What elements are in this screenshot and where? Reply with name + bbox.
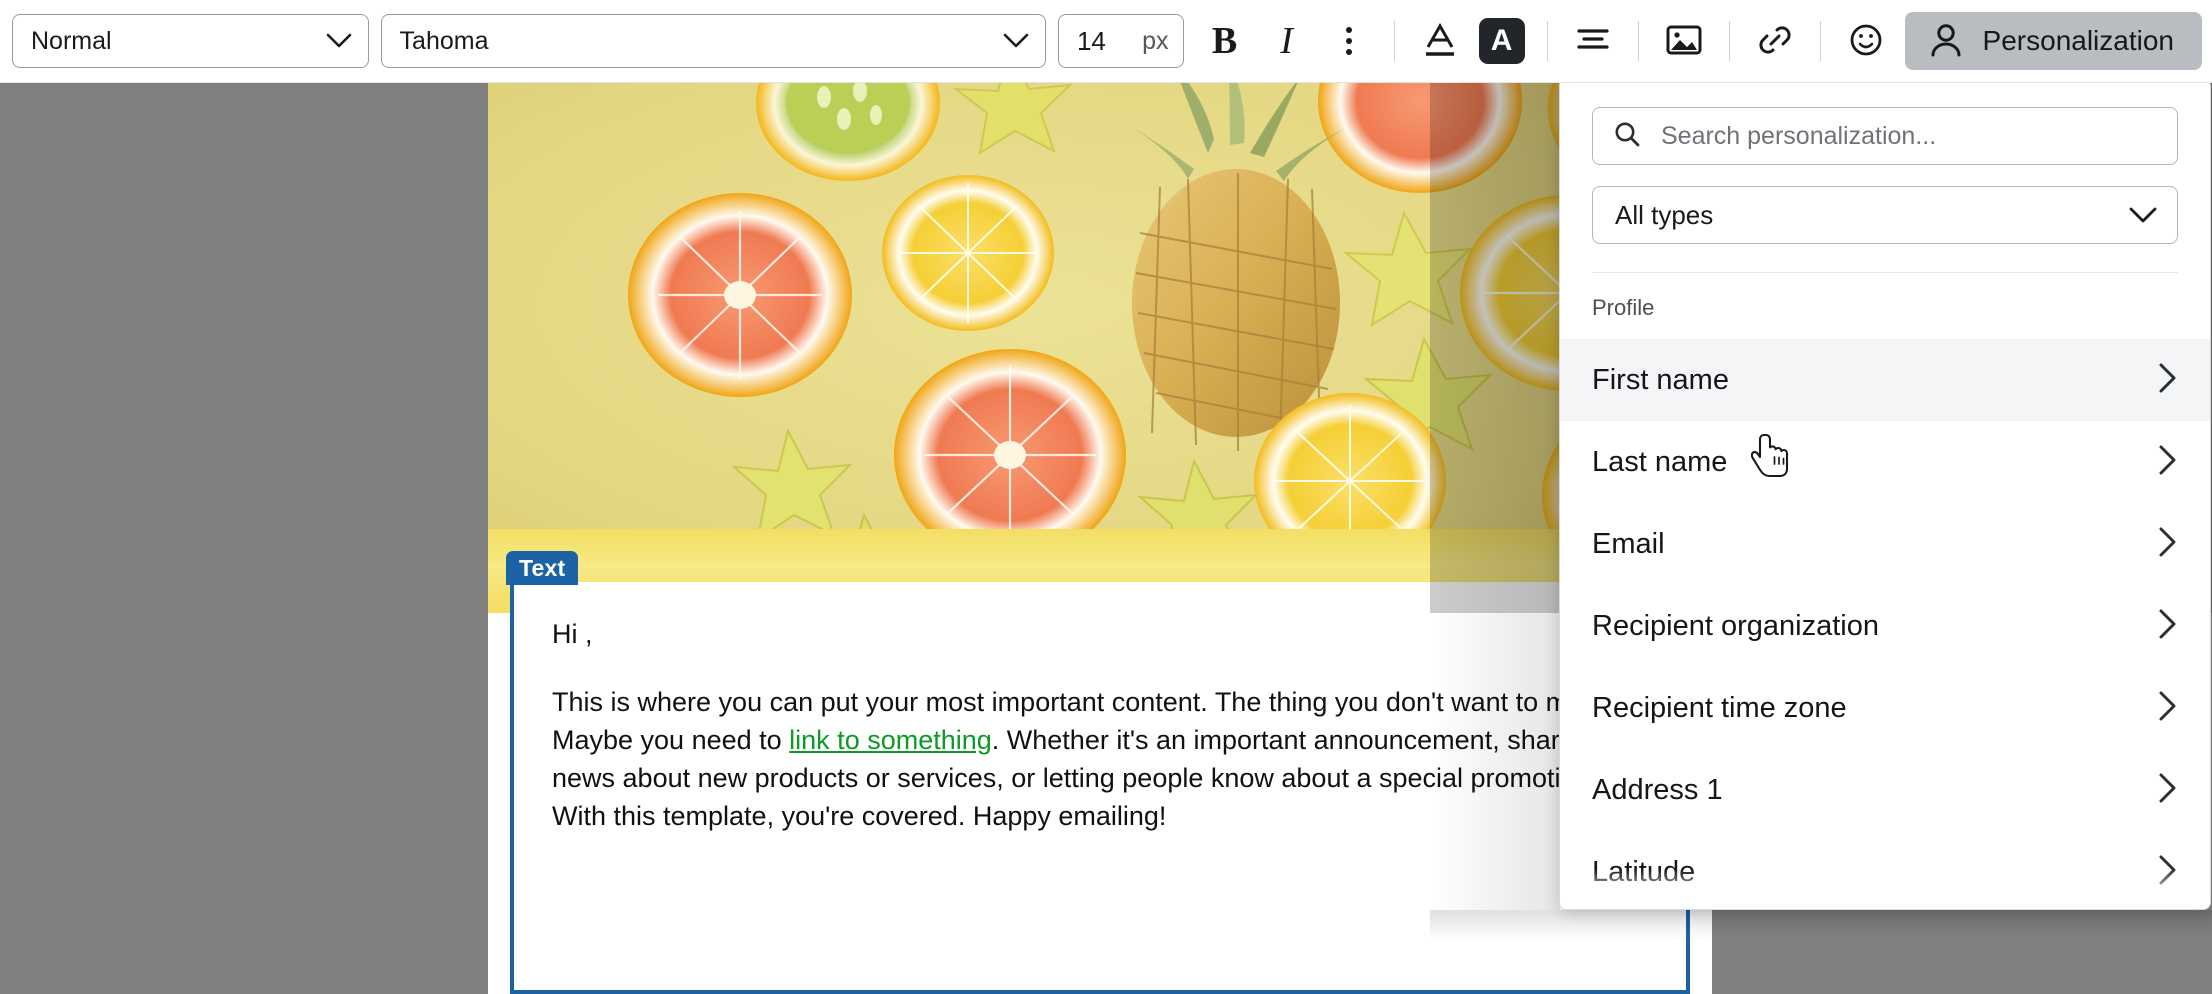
personalization-label: Personalization [1982, 25, 2174, 56]
personalization-item-first-name[interactable]: First name [1560, 339, 2210, 421]
personalization-item-list: First name Last name Email Recipient org… [1560, 339, 2210, 909]
insert-image-icon [1663, 21, 1705, 62]
insert-link-icon [1755, 20, 1795, 63]
chevron-right-icon [2158, 444, 2178, 481]
font-size-input[interactable]: 14 px [1057, 14, 1184, 68]
paragraph-style-select[interactable]: Normal [12, 14, 369, 68]
chevron-right-icon [2158, 362, 2178, 399]
text-color-button[interactable] [1409, 10, 1471, 72]
chevron-down-icon [326, 27, 352, 56]
type-filter-select[interactable]: All types [1592, 186, 2178, 244]
personalization-item-latitude[interactable]: Latitude [1560, 831, 2210, 909]
toolbar-divider [1819, 21, 1821, 61]
personalization-item-recipient-organization[interactable]: Recipient organization [1560, 585, 2210, 667]
item-label: Recipient organization [1592, 609, 1879, 642]
body-link[interactable]: link to something [789, 725, 992, 755]
align-button[interactable] [1562, 10, 1624, 72]
personalization-item-email[interactable]: Email [1560, 503, 2210, 585]
emoji-icon [1845, 19, 1887, 64]
text-block-badge: Text [506, 551, 579, 585]
chevron-right-icon [2158, 854, 2178, 891]
search-icon [1613, 120, 1641, 153]
chevron-right-icon [2158, 690, 2178, 727]
chevron-right-icon [2158, 526, 2178, 563]
group-label-profile: Profile [1592, 295, 1655, 320]
chevron-down-icon [1003, 27, 1029, 56]
toolbar-divider [1728, 21, 1730, 61]
italic-button[interactable]: I [1256, 10, 1318, 72]
panel-header: All types [1560, 79, 2210, 273]
text-block[interactable]: Hi , This is where you can put your most… [510, 582, 1690, 994]
text-highlight-button[interactable]: A [1471, 10, 1533, 72]
greeting-line: Hi , [552, 619, 593, 649]
personalization-item-last-name[interactable]: Last name [1560, 421, 2210, 503]
search-personalization-field[interactable] [1592, 107, 2178, 165]
chevron-down-icon [2129, 200, 2157, 231]
paragraph-style-value: Normal [31, 26, 112, 55]
chevron-right-icon [2158, 608, 2178, 645]
highlight-letter: A [1490, 24, 1513, 57]
item-label: Address 1 [1592, 773, 1723, 806]
item-label: Last name [1592, 445, 1728, 478]
kebab-menu-icon [1345, 27, 1352, 55]
align-center-icon [1573, 24, 1613, 59]
insert-image-button[interactable] [1653, 10, 1715, 72]
search-input[interactable] [1659, 120, 2157, 152]
text-color-icon [1419, 19, 1461, 64]
toolbar-divider [1637, 21, 1639, 61]
personalization-panel: All types Profile First name Last name E… [1559, 78, 2211, 910]
type-filter-value: All types [1615, 199, 1714, 230]
font-family-value: Tahoma [399, 26, 489, 55]
more-options-button[interactable] [1318, 10, 1380, 72]
insert-link-button[interactable] [1744, 10, 1806, 72]
font-size-value: 14 [1076, 25, 1106, 56]
email-column: Text Hi , This is where you can put your… [488, 83, 1712, 994]
personalization-button[interactable]: Personalization [1904, 12, 2202, 70]
item-label: Email [1592, 527, 1665, 560]
person-icon [1929, 22, 1963, 61]
body-paragraph: This is where you can put your most impo… [552, 683, 1646, 835]
toolbar-divider [1393, 21, 1395, 61]
font-family-select[interactable]: Tahoma [380, 14, 1046, 68]
item-label: First name [1592, 363, 1729, 396]
emoji-button[interactable] [1835, 10, 1897, 72]
chevron-right-icon [2158, 772, 2178, 809]
bold-button[interactable]: B [1194, 10, 1256, 72]
font-size-unit: px [1142, 26, 1169, 55]
toolbar-divider [1546, 21, 1548, 61]
editor-toolbar: Normal Tahoma 14 px B I A Personalizatio… [0, 0, 2212, 83]
text-highlight-icon: A [1478, 18, 1525, 64]
personalization-item-address-1[interactable]: Address 1 [1560, 749, 2210, 831]
personalization-item-recipient-time-zone[interactable]: Recipient time zone [1560, 667, 2210, 749]
item-label: Latitude [1592, 855, 1696, 888]
item-label: Recipient time zone [1592, 691, 1847, 724]
email-body-copy[interactable]: Hi , This is where you can put your most… [514, 582, 1686, 835]
hero-image-block[interactable] [488, 83, 1712, 613]
